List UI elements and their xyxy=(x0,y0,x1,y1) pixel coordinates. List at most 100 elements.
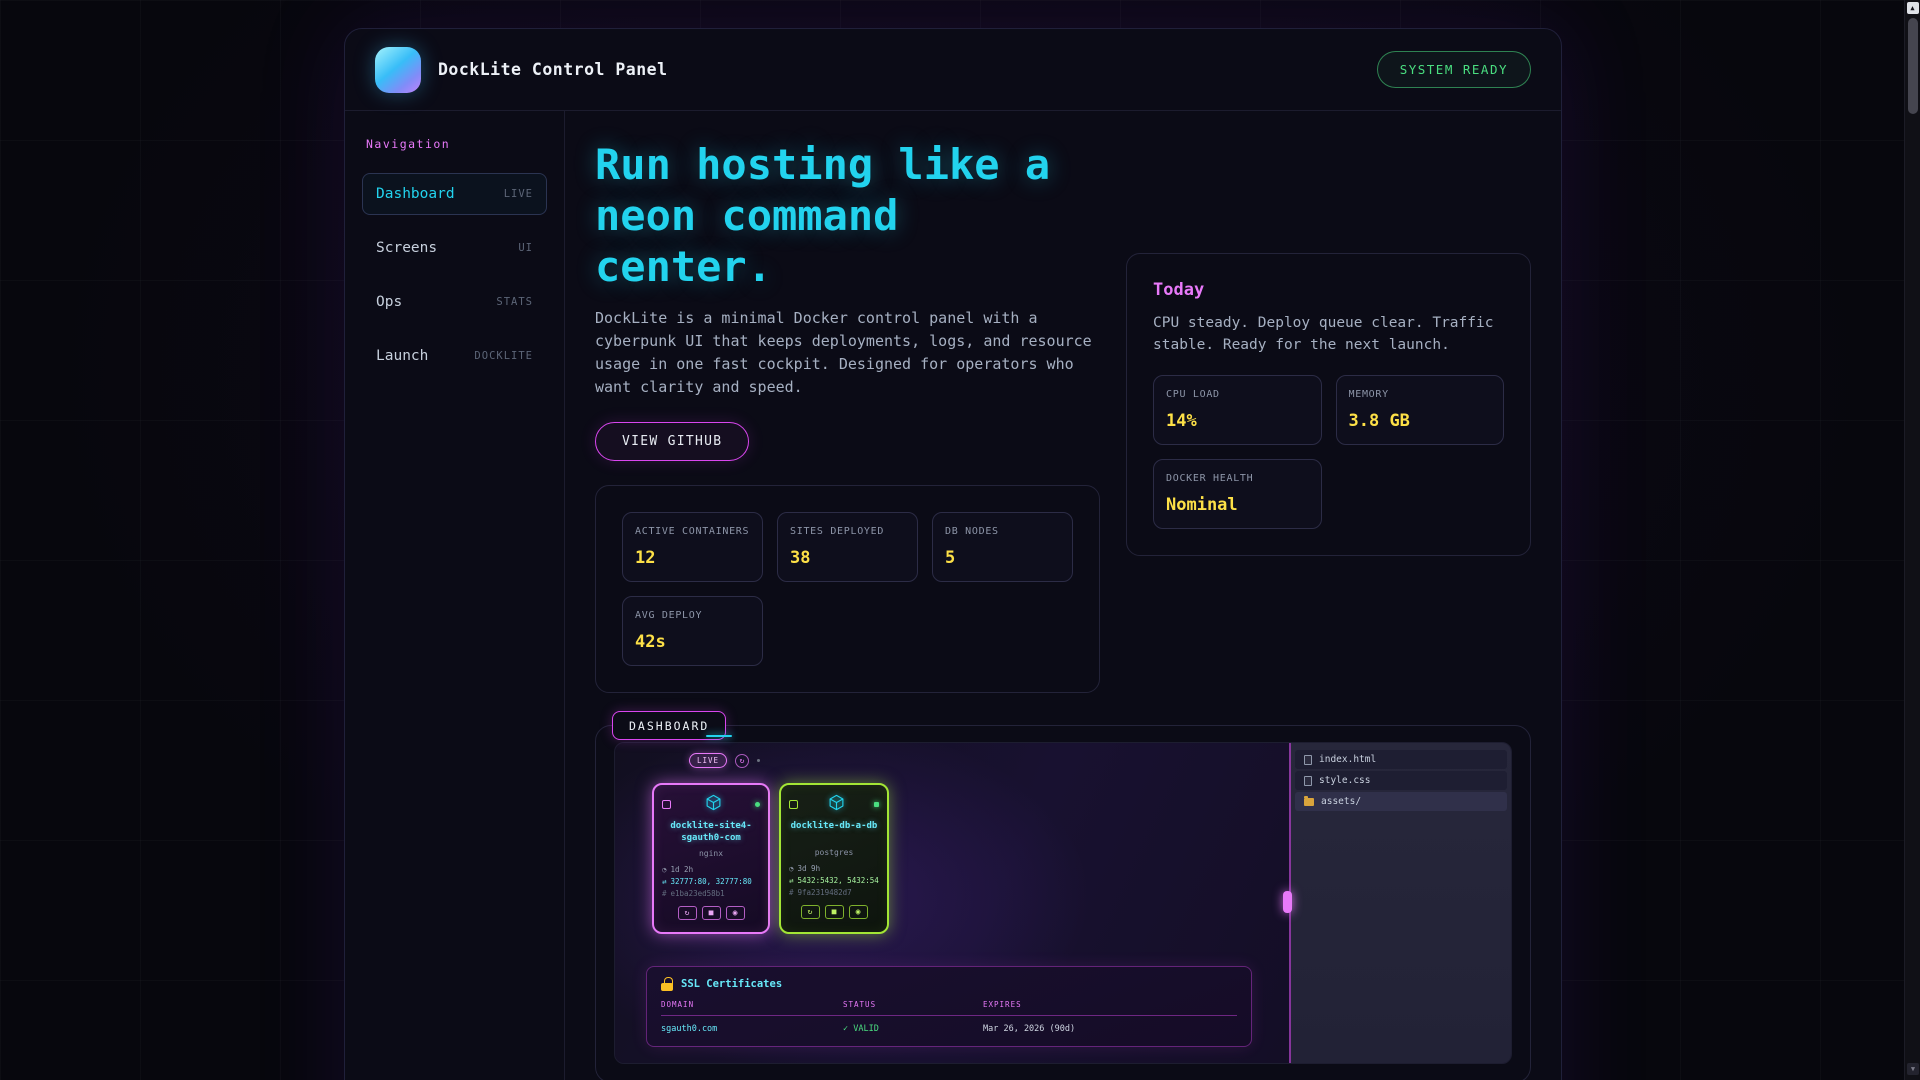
hash-icon: # xyxy=(789,888,794,898)
stat-value: 12 xyxy=(635,548,656,569)
ssl-table-row[interactable]: sgauth0.com ✓ VALID Mar 26, 2026 (90d) xyxy=(661,1016,1237,1034)
split-handle[interactable] xyxy=(1283,891,1292,914)
metric-card-docker-health: DOCKER HEALTH Nominal xyxy=(1153,458,1322,529)
today-summary: CPU steady. Deploy queue clear. Traffic … xyxy=(1153,315,1494,353)
logs-button[interactable]: ◉ xyxy=(848,905,868,920)
container-checkbox[interactable] xyxy=(789,800,798,810)
hero-heading: Run hosting like a neon command center. xyxy=(595,140,1051,292)
app-window: DockLite Control Panel SYSTEM READY Navi… xyxy=(344,28,1562,1080)
file-row-style-css[interactable]: style.css xyxy=(1295,771,1507,791)
metric-value: 14% xyxy=(1166,410,1197,431)
stat-card-avg-deploy: AVG DEPLOY 42s xyxy=(622,596,763,667)
header-bar: DockLite Control Panel SYSTEM READY xyxy=(345,29,1561,111)
container-id: 9fa2319482d7 xyxy=(797,888,852,898)
scroll-down-icon: ▼ xyxy=(1910,1065,1916,1073)
file-row-assets[interactable]: assets/ xyxy=(1295,792,1507,812)
stat-label: SITES DEPLOYED xyxy=(790,526,885,538)
ssl-status: ✓ VALID xyxy=(843,1024,879,1035)
ports-icon: ⇄ xyxy=(662,876,667,886)
restart-button[interactable]: ↻ xyxy=(800,905,820,920)
dashboard-preview-card: DASHBOARD LIVE ↻ docklite-site4- sgauth0… xyxy=(595,711,1531,1080)
container-actions: ↻ ■ ◉ xyxy=(800,905,868,920)
ssl-col-expires: EXPIRES xyxy=(983,1000,1022,1010)
container-stats: ◔ 1d 2h ⇄ 32777:80, 32777:80 # e1ba23ed58b1 xyxy=(662,865,760,898)
container-card-site: docklite-site4- sgauth0-com nginx ◔ 1d 2h… xyxy=(652,783,770,935)
stat-label: AVG DEPLOY xyxy=(635,610,703,622)
clock-icon: ◔ xyxy=(662,864,667,874)
container-stats: ◔ 3d 9h ⇄ 5432:5432, 5432:5432 #9fa2319482… xyxy=(789,864,879,897)
sidebar-item-label: Ops xyxy=(376,294,403,310)
container-image: postgres xyxy=(814,848,854,858)
scrollbar[interactable]: ▲ ▼ xyxy=(1904,0,1920,1080)
container-uptime: 1d 2h xyxy=(670,864,694,874)
file-name: assets/ xyxy=(1321,796,1362,808)
screenshot-toolbar: LIVE ↻ xyxy=(689,753,761,769)
metric-card-cpu-load: CPU LOAD 14% xyxy=(1153,374,1322,445)
page-background: DockLite Control Panel SYSTEM READY Navi… xyxy=(0,0,1920,1080)
body-row: Navigation Dashboard LIVE Screens UI Ops… xyxy=(345,111,1561,1080)
sidebar-item-tag: STATS xyxy=(496,296,533,308)
container-actions: ↻ ■ ◉ xyxy=(677,905,745,920)
stat-value: 42s xyxy=(635,632,666,653)
ssl-col-domain: DOMAIN xyxy=(661,1000,695,1010)
ssl-col-status: STATUS xyxy=(843,1000,877,1010)
file-name: style.css xyxy=(1319,775,1371,787)
sidebar-item-tag: LIVE xyxy=(503,188,533,200)
scrollbar-thumb[interactable] xyxy=(1908,18,1918,114)
sidebar-item-label: Dashboard xyxy=(376,186,455,202)
hash-icon: # xyxy=(662,888,667,898)
main-content: Run hosting like a neon command center. … xyxy=(565,111,1561,1080)
status-dot-icon xyxy=(874,802,879,808)
sidebar-item-launch[interactable]: Launch DOCKLITE xyxy=(362,335,547,377)
container-checkbox[interactable] xyxy=(662,800,671,810)
stop-button[interactable]: ■ xyxy=(701,905,721,920)
refresh-icon[interactable]: ↻ xyxy=(735,753,750,768)
stat-label: DB NODES xyxy=(945,526,999,538)
file-icon xyxy=(1304,754,1312,765)
ssl-domain: sgauth0.com xyxy=(661,1024,718,1035)
ssl-expires: Mar 26, 2026 (90d) xyxy=(983,1024,1076,1035)
sidebar-item-dashboard[interactable]: Dashboard LIVE xyxy=(362,173,547,215)
status-dot-icon xyxy=(755,802,760,808)
clock-icon: ◔ xyxy=(789,864,794,874)
app-title: DockLite Control Panel xyxy=(438,60,668,79)
scroll-up-button[interactable]: ▲ xyxy=(1906,2,1919,14)
lock-icon xyxy=(661,977,673,992)
file-row-index-html[interactable]: index.html xyxy=(1295,750,1507,770)
metric-label: DOCKER HEALTH xyxy=(1166,472,1254,484)
logs-button[interactable]: ◉ xyxy=(725,905,745,920)
stat-value: 38 xyxy=(790,548,811,569)
ssl-panel-title: SSL Certificates xyxy=(681,978,783,991)
container-cards: docklite-site4- sgauth0-com nginx ◔ 1d 2h… xyxy=(652,783,889,935)
stat-card-sites-deployed: SITES DEPLOYED 38 xyxy=(777,512,918,583)
container-cube-icon xyxy=(705,794,722,815)
live-badge: LIVE xyxy=(689,753,728,769)
metric-label: CPU LOAD xyxy=(1166,388,1220,400)
sidebar-item-ops[interactable]: Ops STATS xyxy=(362,281,547,323)
sidebar-item-screens[interactable]: Screens UI xyxy=(362,227,547,269)
metric-label: MEMORY xyxy=(1348,388,1389,400)
metric-value: Nominal xyxy=(1166,494,1238,515)
container-image: nginx xyxy=(698,848,724,858)
hero-description: DockLite is a minimal Docker control pan… xyxy=(595,308,1092,396)
refresh-glyph: ↻ xyxy=(739,756,745,766)
ports-icon: ⇄ xyxy=(789,876,794,886)
sidebar-item-tag: DOCKLITE xyxy=(474,350,533,362)
stat-value: 5 xyxy=(945,548,956,569)
container-name: docklite-site4- sgauth0-com xyxy=(670,821,751,844)
stats-panel: ACTIVE CONTAINERS 12 SITES DEPLOYED 38 D… xyxy=(595,485,1100,694)
restart-button[interactable]: ↻ xyxy=(677,905,697,920)
sidebar-section-label: Navigation xyxy=(366,137,451,151)
view-github-button[interactable]: VIEW GITHUB xyxy=(595,422,750,462)
today-card: Today CPU steady. Deploy queue clear. Tr… xyxy=(1126,253,1531,556)
screenshot-main-area: LIVE ↻ docklite-site4- sgauth0-com nginx… xyxy=(615,743,1289,1064)
container-name-line1: docklite-db-a-db xyxy=(790,821,878,832)
ssl-table-header: DOMAIN STATUS EXPIRES xyxy=(661,1000,1237,1017)
stop-button[interactable]: ■ xyxy=(824,905,844,920)
file-tree-panel: index.html style.css assets/ xyxy=(1289,743,1511,1064)
scroll-down-button[interactable]: ▼ xyxy=(1907,1063,1919,1075)
dashboard-screenshot: LIVE ↻ docklite-site4- sgauth0-com nginx… xyxy=(614,742,1512,1065)
sidebar: Navigation Dashboard LIVE Screens UI Ops… xyxy=(345,111,565,1080)
container-ports: 32777:80, 32777:80 xyxy=(670,876,752,886)
container-ports: 5432:5432, 5432:5432 xyxy=(797,876,879,886)
